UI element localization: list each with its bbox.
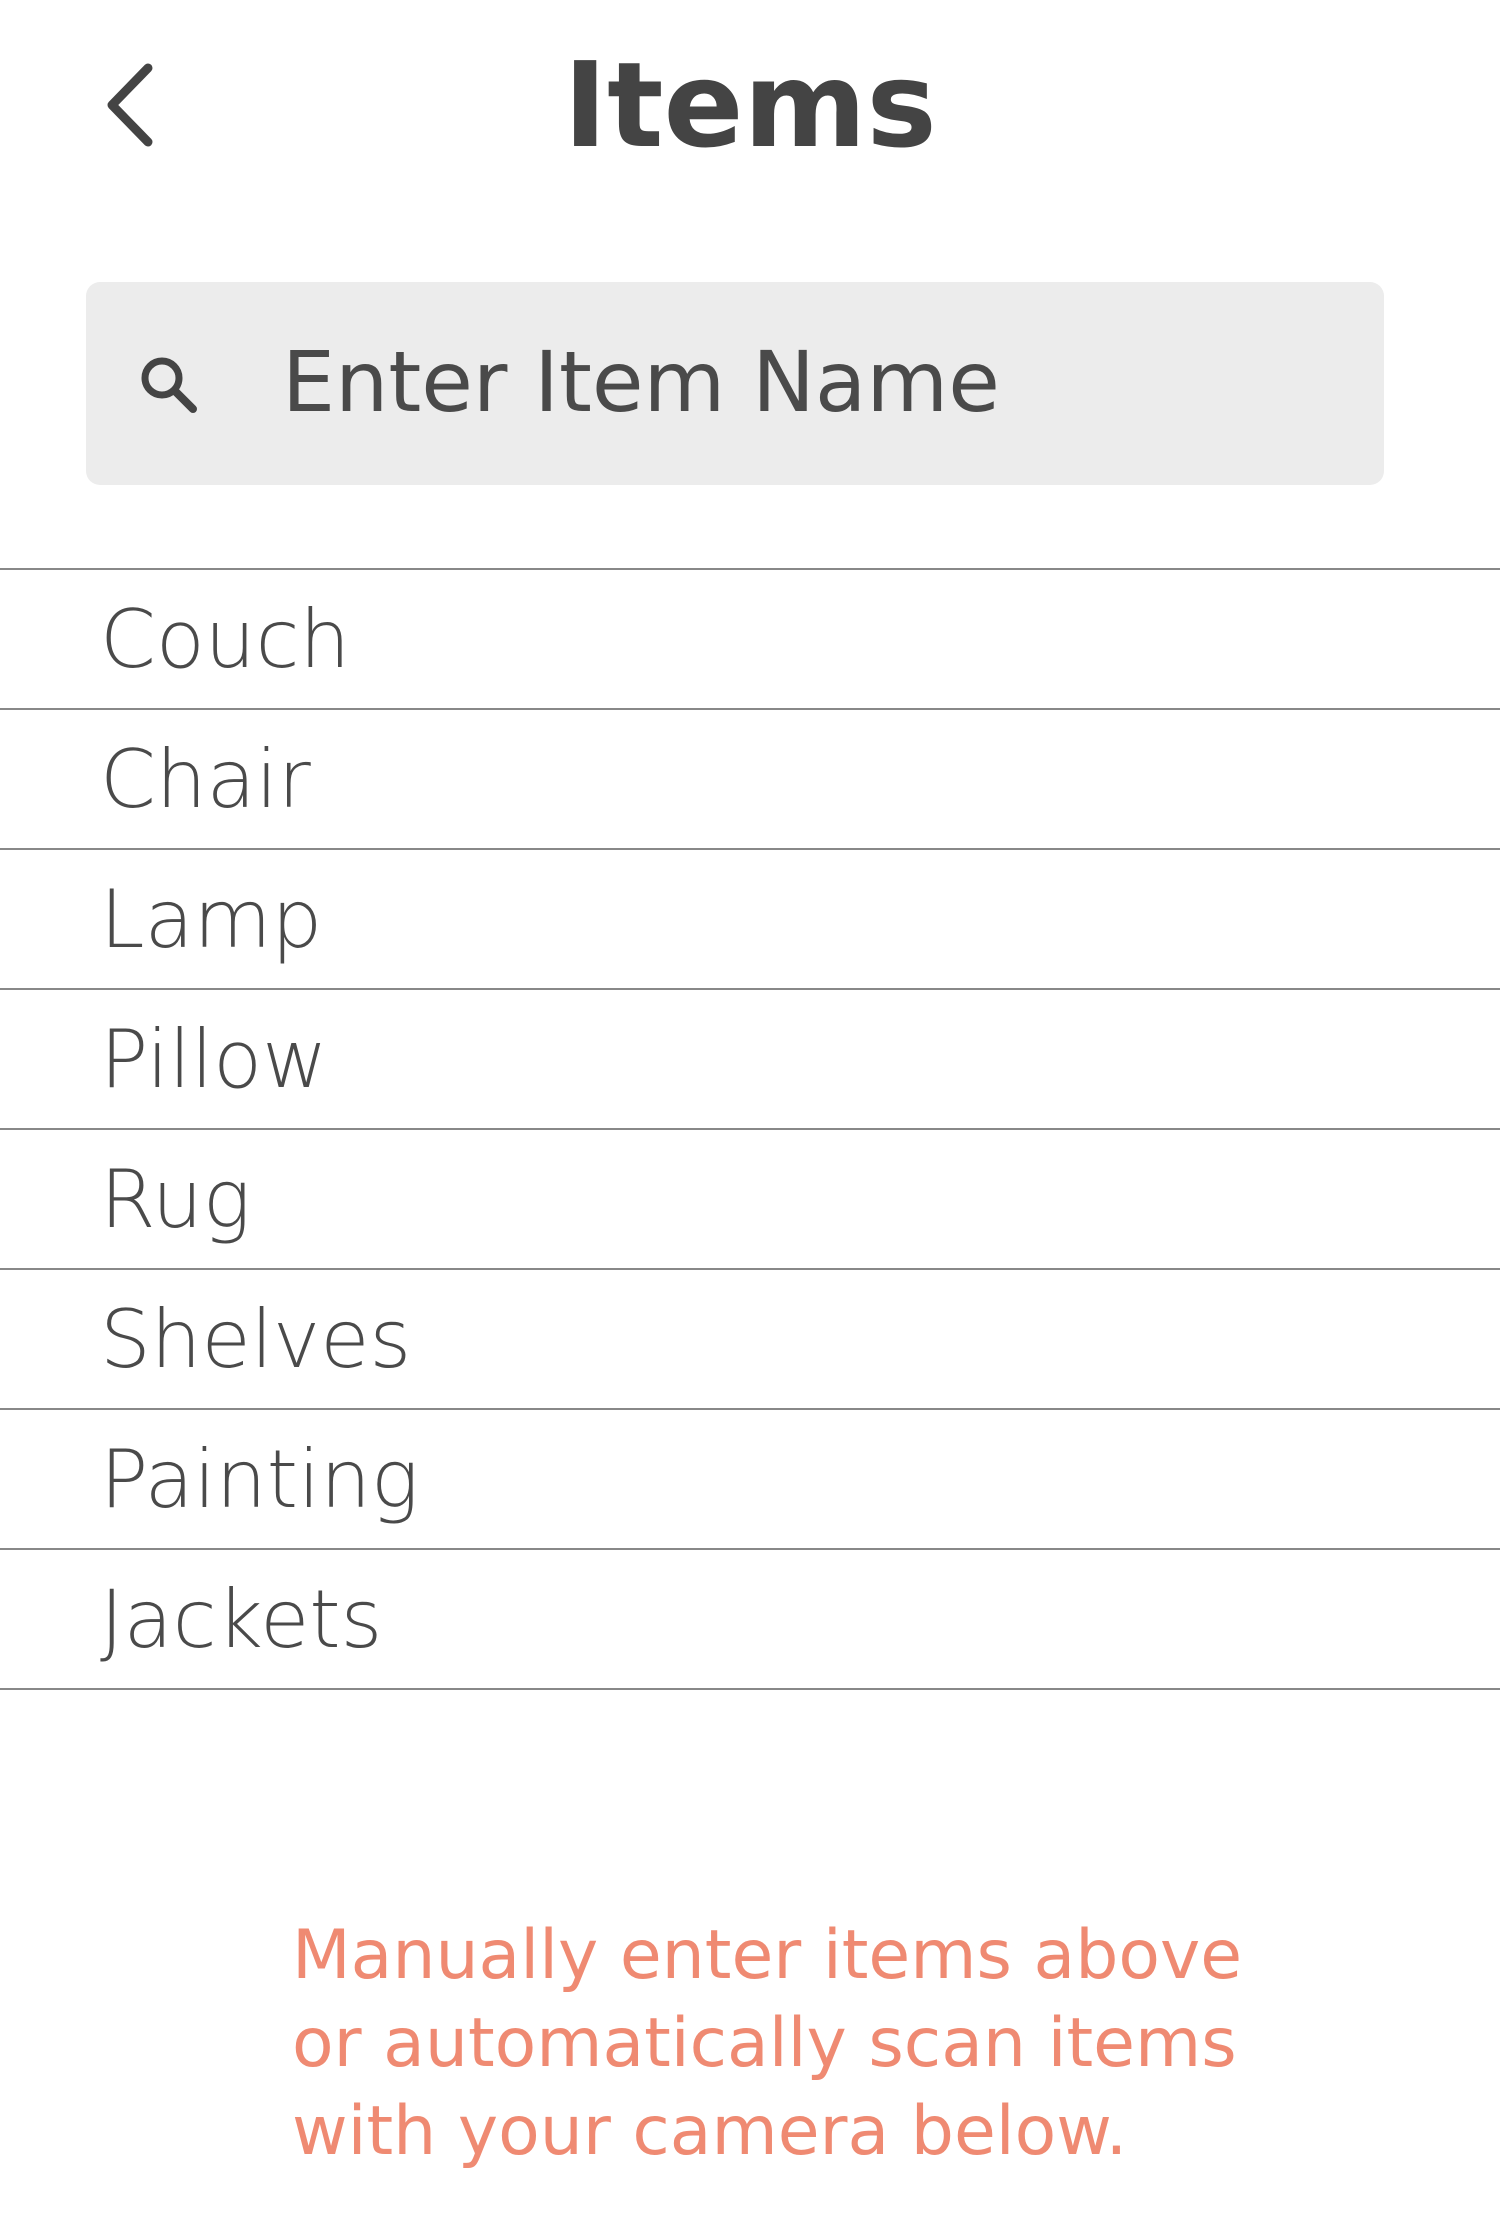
hint-line-3: with your camera below. [292, 2092, 1128, 2171]
list-item-couch[interactable]: Couch [0, 570, 1500, 710]
list-item-jackets[interactable]: Jackets [0, 1550, 1500, 1690]
hint-text: Manually enter items above or automatica… [292, 1912, 1252, 2176]
search-box[interactable] [86, 282, 1384, 485]
hint-line-1: Manually enter items above [292, 1916, 1243, 1995]
list-item-painting[interactable]: Painting [0, 1410, 1500, 1550]
search-icon [141, 357, 197, 413]
list-item-rug[interactable]: Rug [0, 1130, 1500, 1270]
list-item-shelves[interactable]: Shelves [0, 1270, 1500, 1410]
search-input[interactable] [282, 322, 1342, 442]
list-item-lamp[interactable]: Lamp [0, 850, 1500, 990]
item-list: Couch Chair Lamp Pillow Rug Shelves Pain… [0, 568, 1500, 1690]
list-item-chair[interactable]: Chair [0, 710, 1500, 850]
header: Items [0, 0, 1500, 200]
page-title: Items [563, 36, 937, 174]
list-item-pillow[interactable]: Pillow [0, 990, 1500, 1130]
hint-line-2: or automatically scan items [292, 2004, 1237, 2083]
